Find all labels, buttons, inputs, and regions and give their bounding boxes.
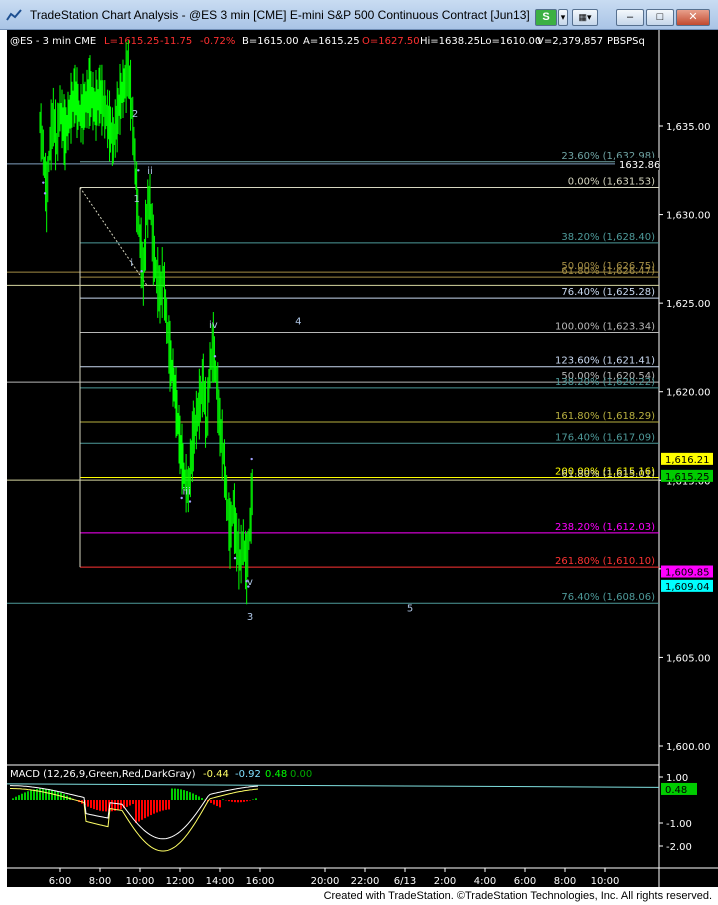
price-marker-label: 1,616.21 [665, 455, 710, 466]
macd-signal-value: -0.92 [235, 769, 261, 780]
time-axis-label: 8:00 [554, 876, 576, 887]
wave-label: 1 [133, 194, 139, 205]
fib-level-label: 61.80% (1,615.01) [561, 469, 655, 480]
price-chart[interactable]: @ES - 3 min CME L=1615.25 -11.75 -0.72% … [7, 30, 718, 887]
time-axis-label: 16:00 [246, 876, 275, 887]
menu-dropdown-icon[interactable]: ▾ [558, 9, 568, 26]
price-axis-label: 1,630.00 [666, 211, 711, 222]
macd-axis-label: -2.00 [666, 842, 692, 853]
fib-level-label: 261.80% (1,610.10) [555, 556, 655, 567]
price-marker-label: 1,609.04 [665, 582, 710, 593]
wave-label: iv [209, 320, 218, 331]
title-bar: TradeStation Chart Analysis - @ES 3 min … [0, 0, 718, 30]
time-axis: 6:00 8:00 10:00 12:00 14:00 16:00 20:00 22:00 6/… [49, 868, 620, 887]
pivot-dot [213, 355, 217, 358]
wave-label: i [130, 258, 133, 269]
fib-level-label: 123.60% (1,621.41) [555, 356, 655, 367]
grid-icon: ▦ [578, 12, 587, 22]
fib-level-label: 100.00% (1,623.34) [555, 322, 655, 333]
wave-label: ii [147, 166, 153, 177]
close-button[interactable]: ✕ [676, 9, 710, 26]
price-axis-label: 1,605.00 [666, 653, 711, 664]
time-axis-label: 4:00 [474, 876, 496, 887]
fib-level-label: 61.80% (1,626.47) [561, 266, 655, 277]
pivot-dot [42, 181, 45, 184]
maximize-button[interactable]: □ [646, 9, 674, 26]
pivot-dot [188, 500, 192, 503]
pivot-dot [137, 169, 140, 172]
time-axis-label: 10:00 [591, 876, 620, 887]
header-high: Hi=1638.25 [420, 36, 480, 47]
header-open: O=1627.50 [362, 36, 420, 47]
price-axis-label: 1,600.00 [666, 742, 711, 753]
footer: Created with TradeStation. ©TradeStation… [0, 887, 718, 905]
fib-level-label: 176.40% (1,617.09) [555, 432, 655, 443]
tradestation-logo-icon [6, 9, 22, 21]
pivot-dot [43, 192, 47, 195]
copyright-text: Created with TradeStation. ©TradeStation… [323, 890, 712, 902]
fib-level-label: 238.20% (1,612.03) [555, 522, 655, 533]
chart-area[interactable]: @ES - 3 min CME L=1615.25 -11.75 -0.72% … [7, 30, 718, 887]
header-volume: V=2,379,857 [537, 36, 603, 47]
macd-indicator [7, 783, 660, 852]
window-title: TradeStation Chart Analysis - @ES 3 min … [30, 8, 530, 22]
macd-hist-value: 0.48 [265, 769, 287, 780]
chevron-down-icon: ▾ [586, 12, 592, 22]
header-last: L=1615.25 [104, 36, 159, 47]
wave-label: 3 [247, 612, 253, 623]
price-marker-label: 1632.86 [619, 160, 660, 171]
tools-button[interactable]: ▦▾ [572, 9, 598, 26]
time-axis-label: 12:00 [166, 876, 195, 887]
price-axis-label: 1,620.00 [666, 388, 711, 399]
time-axis-label: 6:00 [49, 876, 71, 887]
wave-label: iii [182, 486, 190, 497]
macd-axis-label: 1.00 [666, 773, 688, 784]
fib-level-label: 76.40% (1,608.06) [561, 592, 655, 603]
time-axis-label: 8:00 [89, 876, 111, 887]
header-symbol: @ES - 3 min CME [10, 36, 96, 47]
price-marker-label: 1,609.85 [665, 568, 710, 579]
minimize-button[interactable]: – [616, 9, 644, 26]
price-axis-label: 1,635.00 [666, 122, 711, 133]
price-bars [39, 40, 253, 605]
header-bid: B=1615.00 [242, 36, 299, 47]
fibonacci-levels[interactable]: 23.60% (1,632.98)0.00% (1,631.53)38.20% … [7, 151, 659, 604]
price-axis-label: 1,625.00 [666, 299, 711, 310]
time-axis-label: 2:00 [434, 876, 456, 887]
time-axis-label: 22:00 [351, 876, 380, 887]
wave-label: 5 [407, 603, 413, 614]
wave-label: 4 [295, 316, 301, 327]
wave-label: 2 [132, 109, 138, 120]
fib-level-label: 38.20% (1,628.40) [561, 232, 655, 243]
header-net-change: -11.75 [160, 36, 192, 47]
pivot-dot [233, 557, 237, 560]
header-low: Lo=1610.00 [480, 36, 541, 47]
macd-trendline [7, 783, 660, 788]
header-tag: PBSPSq [607, 36, 645, 47]
macd-title: MACD (12,26,9,Green,Red,DarkGray) [10, 769, 196, 780]
time-axis-label: 10:00 [126, 876, 155, 887]
fib-level-label: 0.00% (1,631.53) [568, 176, 655, 187]
macd-value: -0.44 [203, 769, 229, 780]
macd-axis: 1.00 -1.00 -2.00 0.48 [659, 773, 697, 853]
pivot-dot [140, 270, 143, 273]
macd-axis-label: -1.00 [666, 819, 692, 830]
wave-label: v [247, 577, 253, 588]
fib-level-label: 138.20% (1,620.22) [555, 377, 655, 388]
time-axis-label: 20:00 [311, 876, 340, 887]
fib-level-label: 76.40% (1,625.28) [561, 287, 655, 298]
price-marker-label: 1,615.25 [665, 472, 710, 483]
strategy-s-button[interactable]: S [535, 9, 557, 26]
header-pct-change: -0.72% [200, 36, 235, 47]
macd-marker-label: 0.48 [665, 785, 687, 796]
time-axis-label: 14:00 [206, 876, 235, 887]
macd-signal-line [10, 785, 259, 840]
time-axis-label: 6/13 [394, 876, 416, 887]
header-ask: A=1615.25 [303, 36, 360, 47]
fib-level-label: 161.80% (1,618.29) [555, 411, 655, 422]
time-axis-label: 6:00 [514, 876, 536, 887]
pivot-dot [250, 457, 253, 461]
macd-extra-value: 0.00 [290, 769, 312, 780]
